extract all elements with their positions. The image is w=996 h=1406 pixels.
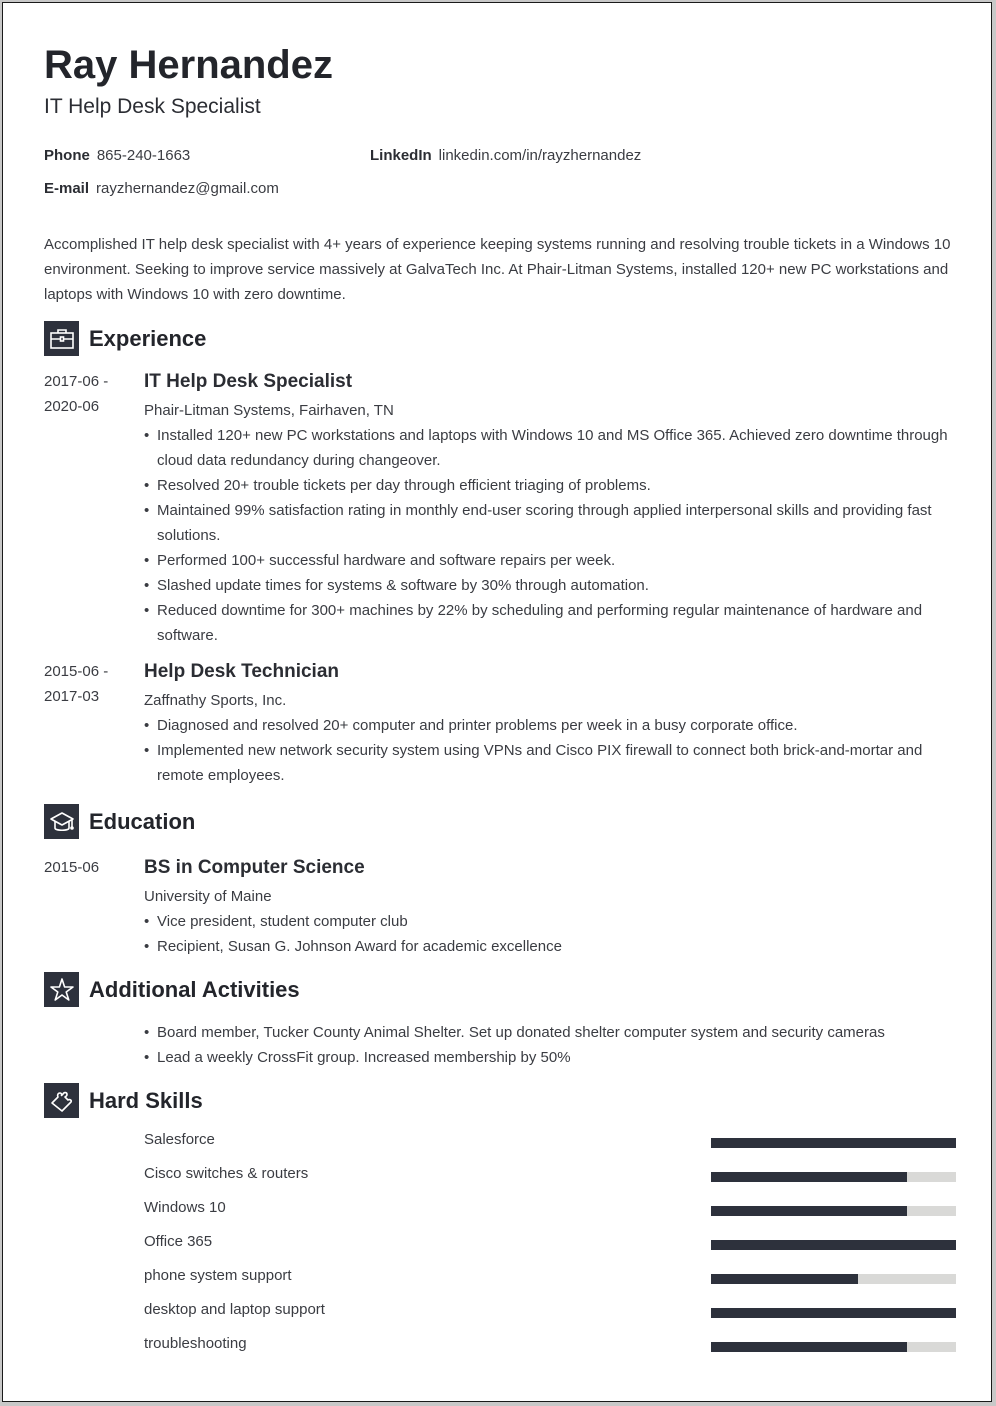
activities-bullets: Board member, Tucker County Animal Shelt…	[144, 1020, 959, 1070]
skill-level-bar	[711, 1206, 956, 1216]
skill-name: Office 365	[144, 1233, 213, 1250]
experience-section-header: Experience	[44, 321, 206, 356]
contact-linkedin: LinkedIn linkedin.com/in/rayzhernandez	[370, 147, 641, 164]
job-1-date-end: 2020-06	[44, 398, 100, 415]
skill-row: desktop and laptop support	[144, 1301, 956, 1321]
job-2-date-end: 2017-03	[44, 688, 100, 705]
skill-level-bar	[711, 1172, 956, 1182]
candidate-name: Ray Hernandez	[44, 43, 333, 87]
contact-email: E-mail rayzhernandez@gmail.com	[44, 180, 279, 197]
summary: Accomplished IT help desk specialist wit…	[44, 236, 951, 303]
bullet: Installed 120+ new PC workstations and l…	[144, 423, 959, 473]
education-section-header: Education	[44, 804, 195, 839]
skill-row: troubleshooting	[144, 1335, 956, 1355]
skill-name: Cisco switches & routers	[144, 1165, 309, 1182]
bullet: Diagnosed and resolved 20+ computer and …	[144, 713, 959, 738]
puzzle-icon	[44, 1083, 79, 1118]
bullet: Vice president, student computer club	[144, 909, 959, 934]
job-2-date-start: 2015-06 -	[44, 663, 109, 680]
skill-row: Office 365	[144, 1233, 956, 1253]
job-1-date-start: 2017-06 -	[44, 373, 109, 390]
skills-section-header: Hard Skills	[44, 1083, 203, 1118]
experience-title: Experience	[89, 325, 207, 351]
skill-name: troubleshooting	[144, 1335, 247, 1352]
bullet: Recipient, Susan G. Johnson Award for ac…	[144, 934, 959, 959]
briefcase-icon	[44, 321, 79, 356]
skill-level-fill	[711, 1342, 907, 1352]
bullet: Implemented new network security system …	[144, 738, 959, 788]
skill-level-bar	[711, 1308, 956, 1318]
skill-name: phone system support	[144, 1267, 292, 1284]
activities-title: Additional Activities	[89, 976, 300, 1002]
bullet: Resolved 20+ trouble tickets per day thr…	[144, 473, 959, 498]
skill-name: Windows 10	[144, 1199, 226, 1216]
bullet: Lead a weekly CrossFit group. Increased …	[144, 1045, 959, 1070]
skill-level-fill	[711, 1308, 956, 1318]
education-date: 2015-06	[44, 859, 100, 876]
email-label: E-mail	[44, 180, 90, 197]
resume-page: Ray Hernandez IT Help Desk Specialist Ph…	[2, 2, 992, 1402]
skill-row: Windows 10	[144, 1199, 956, 1219]
skill-level-fill	[711, 1138, 956, 1148]
bullet: Reduced downtime for 300+ machines by 22…	[144, 598, 959, 648]
skill-level-bar	[711, 1274, 956, 1284]
skills-title: Hard Skills	[89, 1087, 203, 1113]
skill-name: desktop and laptop support	[144, 1301, 325, 1318]
job-2-company: Zaffnathy Sports, Inc.	[144, 692, 287, 709]
skill-name: Salesforce	[144, 1131, 215, 1148]
skill-level-fill	[711, 1274, 858, 1284]
phone-label: Phone	[44, 147, 90, 164]
bullet: Board member, Tucker County Animal Shelt…	[144, 1020, 959, 1045]
graduation-cap-icon	[44, 804, 79, 839]
activities-section-header: Additional Activities	[44, 972, 300, 1007]
candidate-title: IT Help Desk Specialist	[44, 95, 261, 118]
skill-row: phone system support	[144, 1267, 956, 1287]
skill-level-fill	[711, 1240, 956, 1250]
skill-level-fill	[711, 1206, 907, 1216]
job-1-bullets: Installed 120+ new PC workstations and l…	[144, 423, 959, 648]
activities-entry: Board member, Tucker County Animal Shelt…	[144, 1020, 959, 1070]
education-school: University of Maine	[144, 888, 272, 905]
linkedin-link[interactable]: linkedin.com/in/rayzhernandez	[439, 147, 642, 164]
job-2-bullets: Diagnosed and resolved 20+ computer and …	[144, 713, 959, 788]
skill-level-bar	[711, 1240, 956, 1250]
star-icon	[44, 972, 79, 1007]
bullet: Maintained 99% satisfaction rating in mo…	[144, 498, 959, 548]
job-1: IT Help Desk Specialist Phair-Litman Sys…	[144, 369, 959, 648]
skill-row: Salesforce	[144, 1131, 956, 1151]
education-entry: BS in Computer Science University of Mai…	[144, 855, 959, 959]
skill-level-bar	[711, 1342, 956, 1352]
job-2-title: Help Desk Technician	[144, 661, 339, 682]
education-title: Education	[89, 808, 196, 834]
skill-level-fill	[711, 1172, 907, 1182]
bullet: Performed 100+ successful hardware and s…	[144, 548, 959, 573]
bullet: Slashed update times for systems & softw…	[144, 573, 959, 598]
education-bullets: Vice president, student computer club Re…	[144, 909, 959, 959]
email-link[interactable]: rayzhernandez@gmail.com	[96, 180, 279, 197]
linkedin-label: LinkedIn	[370, 147, 432, 164]
phone-value: 865-240-1663	[96, 147, 191, 164]
job-2: Help Desk Technician Zaffnathy Sports, I…	[144, 659, 959, 788]
education-degree: BS in Computer Science	[144, 857, 365, 878]
job-2-dates: 2015-06 - 2017-03	[44, 659, 108, 709]
job-1-dates: 2017-06 - 2020-06	[44, 369, 108, 419]
job-1-title: IT Help Desk Specialist	[144, 371, 353, 392]
contact-phone: Phone 865-240-1663	[44, 147, 190, 164]
skill-level-bar	[711, 1138, 956, 1148]
skill-row: Cisco switches & routers	[144, 1165, 956, 1185]
job-1-company: Phair-Litman Systems, Fairhaven, TN	[144, 402, 394, 419]
